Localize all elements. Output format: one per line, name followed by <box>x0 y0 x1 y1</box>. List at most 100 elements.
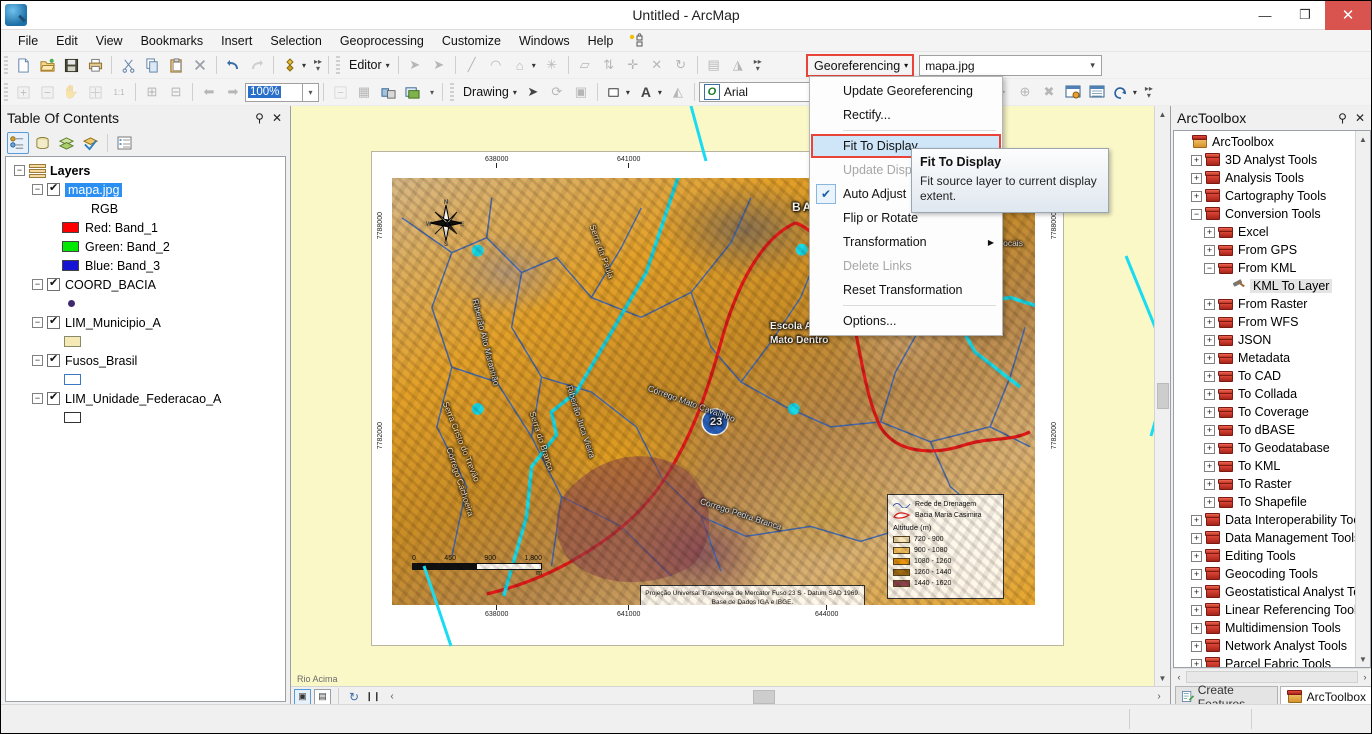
toolbox-item-editing-tools[interactable]: + Editing Tools <box>1176 547 1370 565</box>
refresh-button[interactable]: ↻ <box>346 690 362 704</box>
expand-icon[interactable]: + <box>1191 568 1202 580</box>
toolbox-item-from-gps[interactable]: + From GPS <box>1176 241 1370 259</box>
list-by-source-icon[interactable] <box>31 132 53 154</box>
data-view-icon[interactable] <box>401 81 423 103</box>
expand-icon[interactable]: + <box>1191 172 1202 184</box>
editor-overflow-button[interactable]: ▸▸ ▾ <box>752 54 764 76</box>
list-by-selection-icon[interactable] <box>79 132 101 154</box>
list-by-drawing-order-icon[interactable] <box>7 132 29 154</box>
help-pointer-icon[interactable] <box>628 32 644 49</box>
sidebar-item-fusos-brasil[interactable]: − Fusos_Brasil <box>6 351 285 370</box>
straight-segment-icon[interactable]: ╱ <box>461 54 483 76</box>
reshape-icon[interactable]: ▱ <box>574 54 596 76</box>
expand-icon[interactable]: + <box>1204 424 1215 436</box>
undo-icon[interactable] <box>222 54 244 76</box>
collapse-icon[interactable]: − <box>14 165 25 176</box>
redo-icon[interactable] <box>246 54 268 76</box>
editor-dropdown-icon[interactable]: ▾ <box>386 61 394 70</box>
collapse-icon[interactable]: − <box>32 279 43 290</box>
menu-item-rectify[interactable]: Rectify... <box>810 103 1002 127</box>
options-icon[interactable] <box>114 132 136 154</box>
expand-icon[interactable]: + <box>1191 604 1202 616</box>
toolbox-item-to-dbase[interactable]: + To dBASE <box>1176 421 1370 439</box>
toolbox-item-arctoolbox[interactable]: ArcToolbox <box>1176 133 1370 151</box>
layer-visibility-checkbox[interactable] <box>47 352 60 367</box>
expand-icon[interactable]: + <box>1191 640 1202 652</box>
georeferencing-menu-button[interactable]: Georeferencing ▾ <box>806 54 915 77</box>
zoom-in-icon[interactable] <box>12 81 34 103</box>
menu-item-update-georeferencing[interactable]: Update Georeferencing <box>810 79 1002 103</box>
expand-icon[interactable]: + <box>1204 334 1215 346</box>
georeferencing-layer-combo[interactable]: mapa.jpg ▾ <box>919 55 1103 76</box>
rotate-element-icon[interactable]: ⟳ <box>546 81 568 103</box>
rotate-raster-icon[interactable] <box>1110 81 1132 103</box>
cut-polygons-icon[interactable]: ✕ <box>646 54 668 76</box>
map-vertical-scrollbar[interactable]: ▲ ▼ <box>1154 106 1170 686</box>
toolbox-item-analysis-tools[interactable]: + Analysis Tools <box>1176 169 1370 187</box>
attributes-icon[interactable]: ▤ <box>703 54 725 76</box>
menu-customize[interactable]: Customize <box>433 32 510 50</box>
toolbar-grip[interactable] <box>4 56 8 74</box>
toolbox-item-linear-referencing-tools[interactable]: + Linear Referencing Tools <box>1176 601 1370 619</box>
pin-icon[interactable]: ⚲ <box>255 111 264 125</box>
toolbox-item-from-wfs[interactable]: + From WFS <box>1176 313 1370 331</box>
expand-icon[interactable]: + <box>1191 658 1202 667</box>
edit-tool-icon[interactable]: ➤ <box>404 54 426 76</box>
rotate-raster-dropdown-icon[interactable]: ▾ <box>1133 88 1141 97</box>
expand-icon[interactable]: + <box>1204 460 1215 472</box>
toolbox-item-to-cad[interactable]: + To CAD <box>1176 367 1370 385</box>
curve-segment-icon[interactable]: ◠ <box>485 54 507 76</box>
expand-icon[interactable]: + <box>1191 550 1202 562</box>
scroll-right-icon[interactable]: › <box>1151 691 1167 702</box>
menu-item-reset-transformation[interactable]: Reset Transformation <box>810 278 1002 302</box>
toolbox-item-to-geodatabase[interactable]: + To Geodatabase <box>1176 439 1370 457</box>
zoom-out-icon[interactable] <box>36 81 58 103</box>
view-link-table-icon[interactable] <box>1062 81 1084 103</box>
collapse-icon[interactable]: − <box>1191 208 1202 220</box>
refresh-view-icon[interactable]: ▦ <box>353 81 375 103</box>
toggle-draft-icon[interactable] <box>329 81 351 103</box>
scroll-down-icon[interactable]: ▼ <box>1155 670 1171 686</box>
menu-bookmarks[interactable]: Bookmarks <box>132 32 213 50</box>
sidebar-item-coord-bacia[interactable]: − COORD_BACIA <box>6 275 285 294</box>
edit-annotation-icon[interactable]: ➤ <box>428 54 450 76</box>
pan-icon[interactable]: ✋ <box>60 81 82 103</box>
expand-icon[interactable]: + <box>1191 154 1202 166</box>
toolbox-item-metadata[interactable]: + Metadata <box>1176 349 1370 367</box>
expand-icon[interactable]: + <box>1191 532 1202 544</box>
trace-icon[interactable]: ⌂ <box>509 54 531 76</box>
toolbox-item-cartography-tools[interactable]: + Cartography Tools <box>1176 187 1370 205</box>
collapse-icon[interactable]: − <box>32 355 43 366</box>
scroll-left-icon[interactable]: ‹ <box>1172 672 1186 682</box>
chevron-down-icon[interactable]: ▾ <box>1084 60 1101 71</box>
sidebar-item-mapa-jpg[interactable]: − mapa.jpg <box>6 180 285 199</box>
arctoolbox-tree[interactable]: ArcToolbox +3D Analyst Tools + Analysis Too… <box>1173 130 1371 668</box>
sidebar-item-lim-municipio-a[interactable]: − LIM_Municipio_A <box>6 313 285 332</box>
layer-visibility-checkbox[interactable] <box>47 181 60 196</box>
collapse-icon[interactable]: − <box>1204 262 1215 274</box>
draw-shape-icon[interactable]: ◭ <box>667 81 689 103</box>
mirror-icon[interactable]: ⇅ <box>598 54 620 76</box>
scroll-up-icon[interactable]: ▲ <box>1155 106 1171 122</box>
expand-icon[interactable]: + <box>1204 244 1215 256</box>
expand-icon[interactable]: + <box>1204 370 1215 382</box>
menu-edit[interactable]: Edit <box>47 32 87 50</box>
scroll-thumb[interactable] <box>753 689 776 704</box>
toggle-pause-icon[interactable] <box>377 81 399 103</box>
maximize-button[interactable]: ❐ <box>1285 1 1325 30</box>
fill-color-dropdown-icon[interactable]: ▾ <box>626 88 634 97</box>
scroll-down-icon[interactable]: ▼ <box>1355 651 1370 667</box>
zoom-level-dropdown-icon[interactable]: ▾ <box>303 82 319 102</box>
toolbox-item-conversion-tools[interactable]: − Conversion Tools <box>1176 205 1370 223</box>
menu-file[interactable]: File <box>9 32 47 50</box>
drawing-dropdown-icon[interactable]: ▾ <box>513 88 521 97</box>
expand-icon[interactable]: + <box>1191 514 1202 526</box>
menu-view[interactable]: View <box>87 32 132 50</box>
menu-insert[interactable]: Insert <box>212 32 261 50</box>
add-data-icon[interactable] <box>279 54 301 76</box>
fill-color-icon[interactable] <box>603 81 625 103</box>
menu-item-options[interactable]: Options... <box>810 309 1002 333</box>
toolbox-item-to-collada[interactable]: + To Collada <box>1176 385 1370 403</box>
expand-icon[interactable]: + <box>1191 586 1202 598</box>
toolbox-item-kml-to-layer[interactable]: KML To Layer <box>1176 277 1370 295</box>
